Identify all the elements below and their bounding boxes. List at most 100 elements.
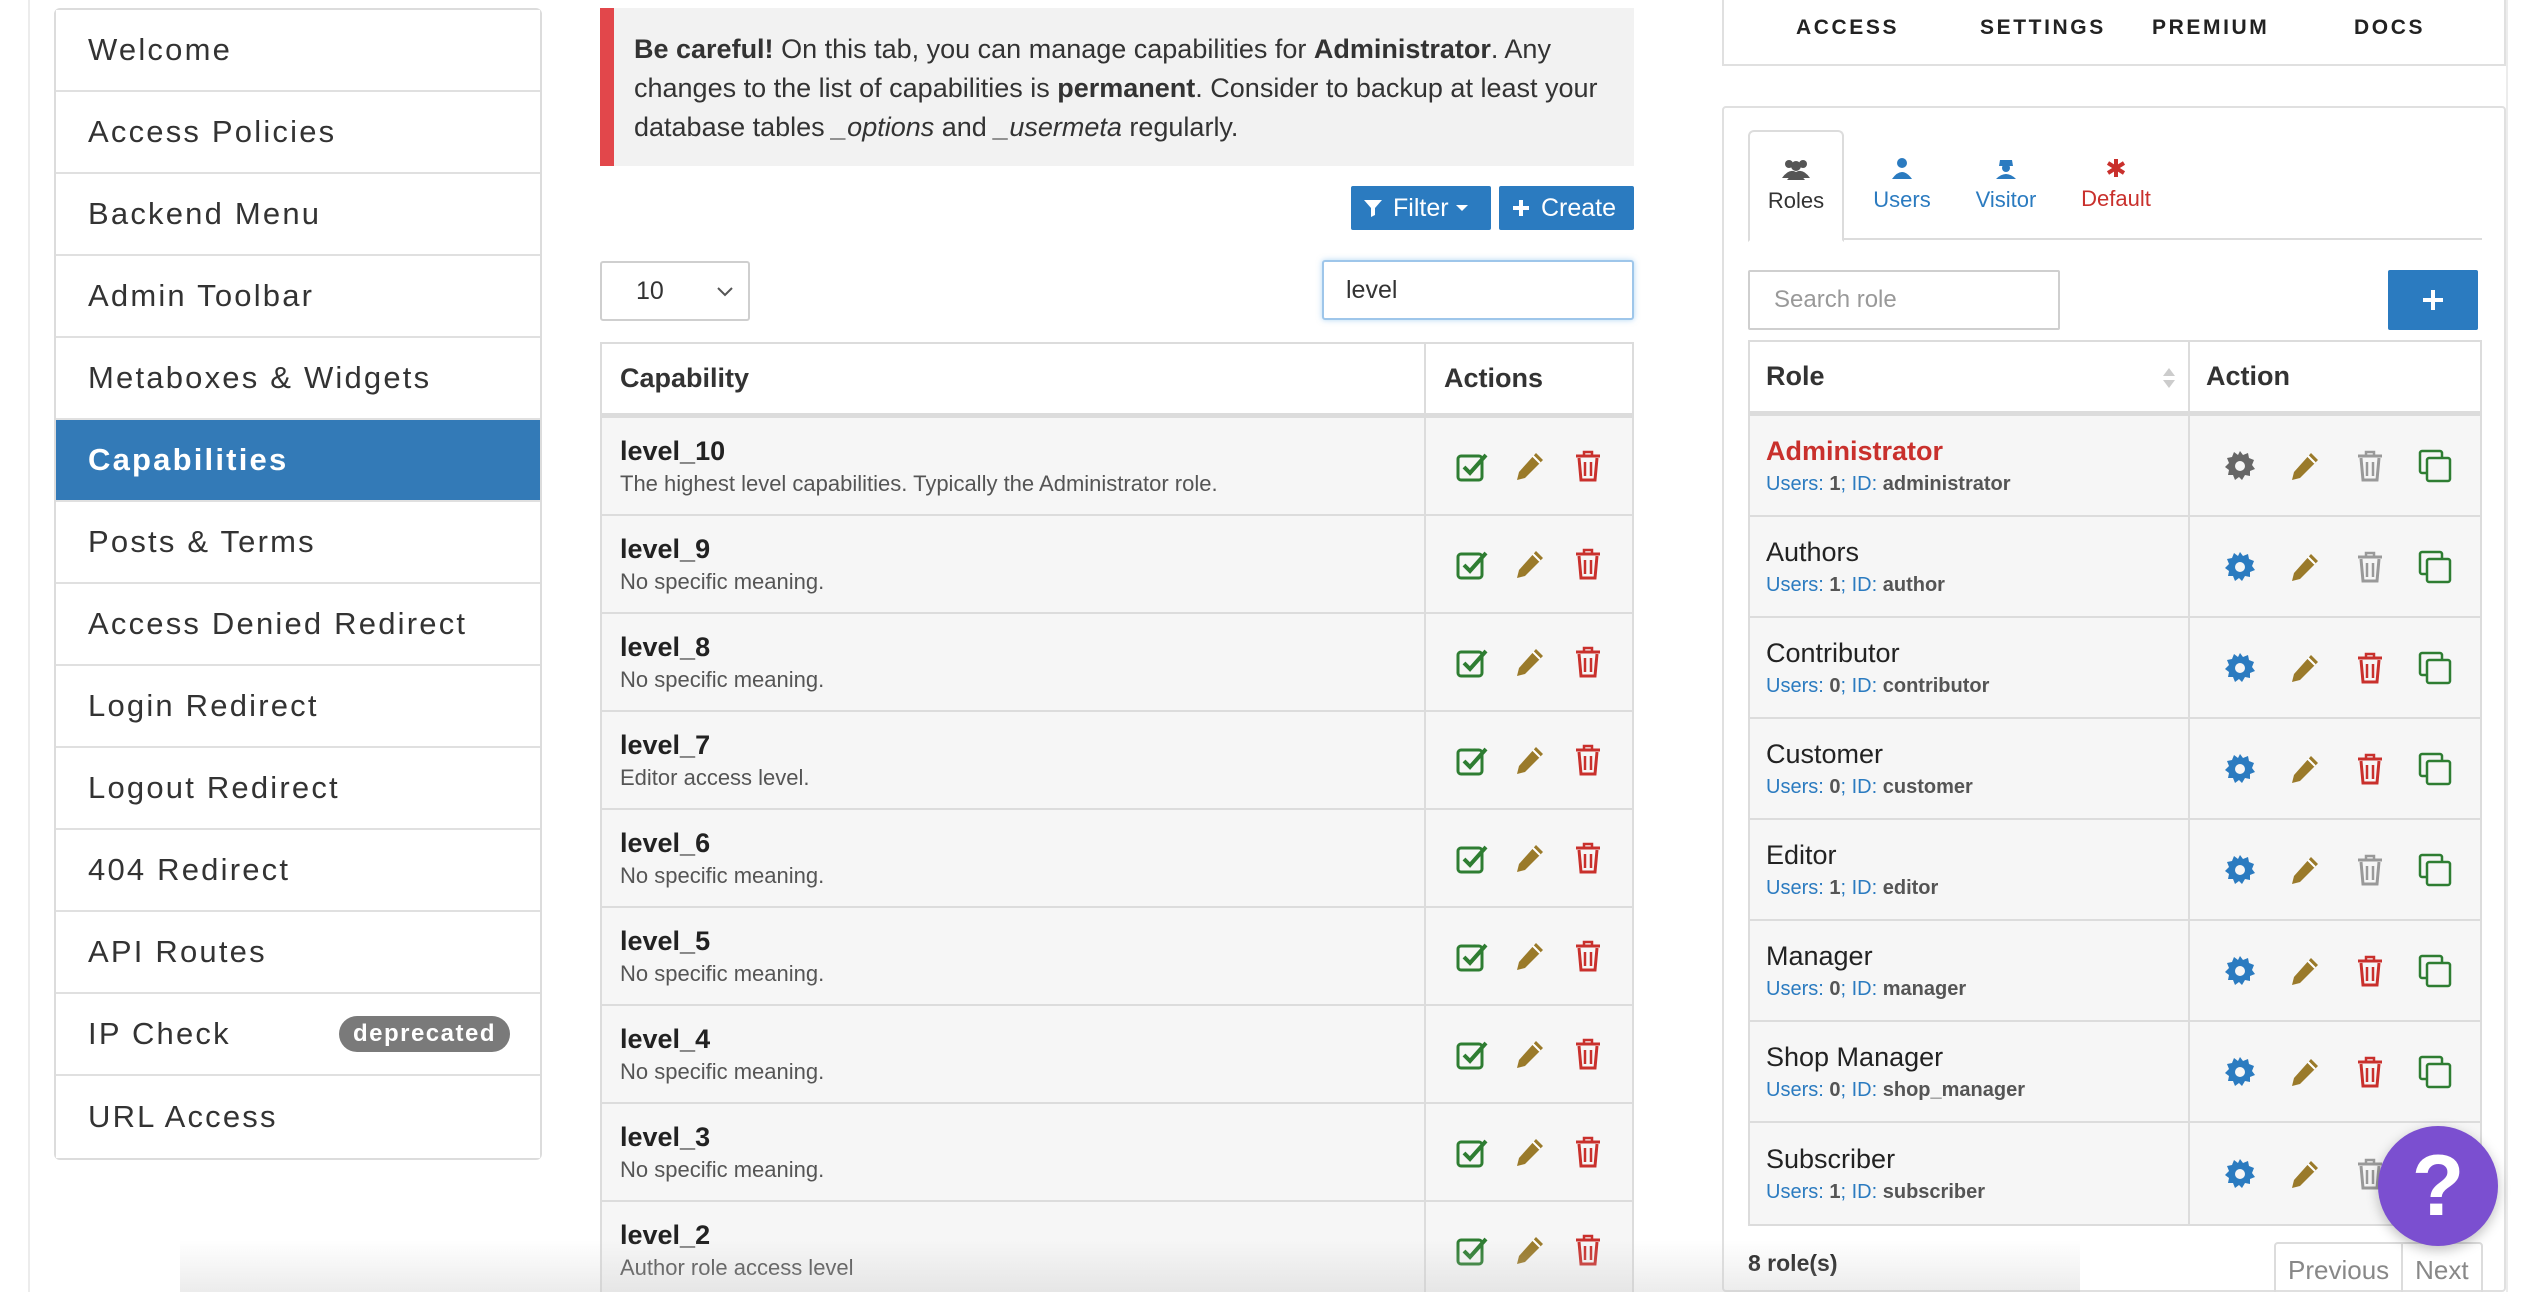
gear-icon[interactable] — [2222, 650, 2258, 686]
menu-item-admin-toolbar[interactable]: Admin Toolbar — [56, 256, 540, 338]
pencil-icon[interactable] — [2287, 852, 2323, 888]
menu-item-posts-terms[interactable]: Posts & Terms — [56, 502, 540, 584]
checked-checkbox-icon[interactable] — [1454, 644, 1490, 680]
pencil-icon[interactable] — [2287, 1156, 2323, 1192]
gear-icon[interactable] — [2222, 549, 2258, 585]
table-row[interactable]: Authors Users: 1; ID: author — [1750, 517, 2480, 618]
menu-item-backend-menu[interactable]: Backend Menu — [56, 174, 540, 256]
trash-icon[interactable] — [1570, 644, 1606, 680]
menu-item-metaboxes-widgets[interactable]: Metaboxes & Widgets — [56, 338, 540, 420]
gear-icon[interactable] — [2222, 448, 2258, 484]
trash-icon[interactable] — [1570, 448, 1606, 484]
menu-item-login-redirect[interactable]: Login Redirect — [56, 666, 540, 748]
menu-item-access-denied-redirect[interactable]: Access Denied Redirect — [56, 584, 540, 666]
checked-checkbox-icon[interactable] — [1454, 546, 1490, 582]
trash-icon[interactable] — [2352, 751, 2388, 787]
clone-icon[interactable] — [2417, 448, 2453, 484]
menu-item-url-access[interactable]: URL Access — [56, 1076, 540, 1158]
pencil-icon[interactable] — [1512, 1134, 1548, 1170]
pencil-icon[interactable] — [1512, 546, 1548, 582]
gear-icon[interactable] — [2222, 852, 2258, 888]
menu-item-access-policies[interactable]: Access Policies — [56, 92, 540, 174]
pencil-icon[interactable] — [2287, 1054, 2323, 1090]
clone-icon[interactable] — [2417, 852, 2453, 888]
nav-access[interactable]: ACCESS — [1796, 16, 1899, 40]
user-count: 0 — [1829, 775, 1841, 798]
menu-item-api-routes[interactable]: API Routes — [56, 912, 540, 994]
gear-icon[interactable] — [2222, 953, 2258, 989]
gear-icon[interactable] — [2222, 1156, 2258, 1192]
table-row[interactable]: Editor Users: 1; ID: editor — [1750, 820, 2480, 921]
table-row[interactable]: Subscriber Users: 1; ID: subscriber — [1750, 1123, 2480, 1224]
clone-icon[interactable] — [2417, 549, 2453, 585]
column-header-capability[interactable]: Capability — [602, 344, 1426, 413]
column-header-role[interactable]: Role — [1750, 342, 2190, 411]
checked-checkbox-icon[interactable] — [1454, 1232, 1490, 1268]
filter-icon — [1364, 200, 1382, 217]
menu-item-welcome[interactable]: Welcome — [56, 10, 540, 92]
trash-icon[interactable] — [1570, 938, 1606, 974]
menu-item-ip-check[interactable]: IP Check deprecated — [56, 994, 540, 1076]
pencil-icon[interactable] — [1512, 1232, 1548, 1268]
role-search-input[interactable] — [1748, 270, 2060, 330]
table-row[interactable]: Manager Users: 0; ID: manager — [1750, 921, 2480, 1022]
pencil-icon[interactable] — [2287, 448, 2323, 484]
pencil-icon[interactable] — [1512, 742, 1548, 778]
table-row[interactable]: Contributor Users: 0; ID: contributor — [1750, 618, 2480, 719]
menu-item-logout-redirect[interactable]: Logout Redirect — [56, 748, 540, 830]
table-row[interactable]: Customer Users: 0; ID: customer — [1750, 719, 2480, 820]
trash-icon[interactable] — [1570, 1134, 1606, 1170]
checked-checkbox-icon[interactable] — [1454, 1134, 1490, 1170]
pencil-icon[interactable] — [1512, 1036, 1548, 1072]
clone-icon[interactable] — [2417, 953, 2453, 989]
table-row[interactable]: Administrator Users: 1; ID: administrator — [1750, 416, 2480, 517]
trash-icon[interactable] — [1570, 840, 1606, 876]
tab-visitor[interactable]: Visitor — [1956, 130, 2056, 240]
capability-search-input[interactable] — [1322, 260, 1634, 320]
pencil-icon[interactable] — [1512, 644, 1548, 680]
table-row[interactable]: Shop Manager Users: 0; ID: shop_manager — [1750, 1022, 2480, 1123]
pencil-icon[interactable] — [2287, 549, 2323, 585]
trash-icon[interactable] — [2352, 1054, 2388, 1090]
trash-icon[interactable] — [2352, 549, 2388, 585]
trash-icon[interactable] — [1570, 1232, 1606, 1268]
trash-icon[interactable] — [2352, 953, 2388, 989]
nav-docs[interactable]: DOCS — [2354, 16, 2425, 40]
clone-icon[interactable] — [2417, 650, 2453, 686]
checked-checkbox-icon[interactable] — [1454, 1036, 1490, 1072]
next-page-button[interactable]: Next — [2403, 1244, 2480, 1292]
help-button[interactable]: ? — [2378, 1126, 2498, 1246]
checked-checkbox-icon[interactable] — [1454, 742, 1490, 778]
gear-icon[interactable] — [2222, 751, 2258, 787]
trash-icon[interactable] — [2352, 650, 2388, 686]
pencil-icon[interactable] — [2287, 650, 2323, 686]
tab-default[interactable]: Default — [2066, 130, 2166, 240]
pencil-icon[interactable] — [1512, 840, 1548, 876]
trash-icon[interactable] — [1570, 1036, 1606, 1072]
clone-icon[interactable] — [2417, 1054, 2453, 1090]
menu-item-capabilities[interactable]: Capabilities — [56, 420, 540, 502]
pencil-icon[interactable] — [1512, 448, 1548, 484]
nav-premium[interactable]: PREMIUM — [2152, 16, 2269, 40]
menu-item-404-redirect[interactable]: 404 Redirect — [56, 830, 540, 912]
pencil-icon[interactable] — [1512, 938, 1548, 974]
checked-checkbox-icon[interactable] — [1454, 938, 1490, 974]
create-capability-button[interactable]: Create — [1499, 186, 1634, 230]
previous-page-button[interactable]: Previous — [2276, 1244, 2404, 1292]
gear-icon[interactable] — [2222, 1054, 2258, 1090]
page-size-select[interactable]: 10 — [600, 261, 750, 321]
add-role-button[interactable] — [2388, 270, 2478, 330]
checked-checkbox-icon[interactable] — [1454, 448, 1490, 484]
pencil-icon[interactable] — [2287, 751, 2323, 787]
clone-icon[interactable] — [2417, 751, 2453, 787]
nav-settings[interactable]: SETTINGS — [1980, 16, 2106, 40]
tab-roles[interactable]: Roles — [1748, 130, 1844, 242]
filter-button[interactable]: Filter — [1351, 186, 1491, 230]
trash-icon[interactable] — [2352, 852, 2388, 888]
trash-icon[interactable] — [1570, 546, 1606, 582]
tab-users[interactable]: Users — [1854, 130, 1950, 240]
trash-icon[interactable] — [2352, 448, 2388, 484]
checked-checkbox-icon[interactable] — [1454, 840, 1490, 876]
pencil-icon[interactable] — [2287, 953, 2323, 989]
trash-icon[interactable] — [1570, 742, 1606, 778]
